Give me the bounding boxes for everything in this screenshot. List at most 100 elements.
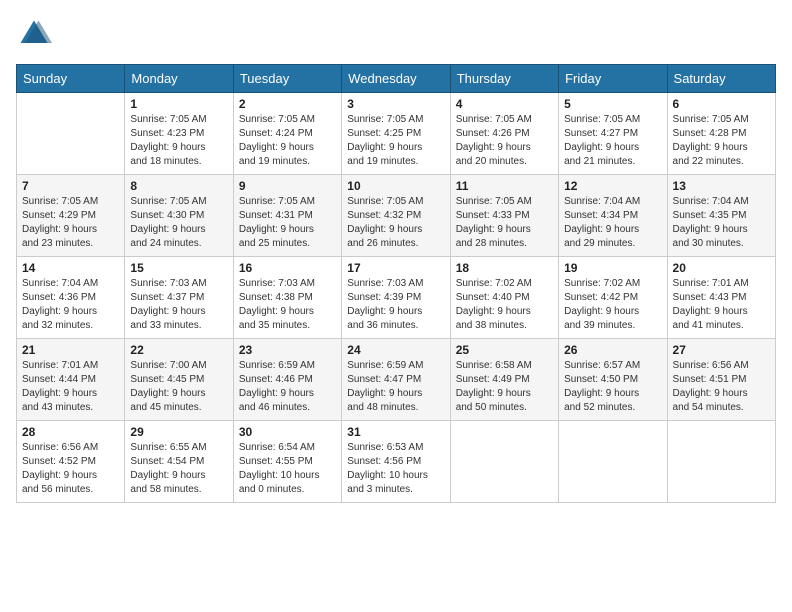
calendar-table: SundayMondayTuesdayWednesdayThursdayFrid… — [16, 64, 776, 503]
cell-content: Sunrise: 7:05 AM Sunset: 4:27 PM Dayligh… — [564, 113, 661, 169]
calendar-cell: 25 Sunrise: 6:58 AM Sunset: 4:49 PM Dayli… — [450, 339, 558, 421]
calendar-cell: 19Sunrise: 7:02 AM Sunset: 4:42 PM Dayli… — [559, 257, 667, 339]
cell-content: Sunrise: 7:04 AM Sunset: 4:34 PM Dayligh… — [564, 195, 661, 251]
cell-content: Sunrise: 7:05 AM Sunset: 4:32 PM Dayligh… — [347, 195, 444, 251]
cell-content: Sunrise: 7:00 AM Sunset: 4:45 PM Dayligh… — [130, 359, 227, 415]
calendar-week-1: 1 Sunrise: 7:05 AM Sunset: 4:23 PM Daylig… — [17, 93, 776, 175]
cell-content: Sunrise: 7:01 AM Sunset: 4:44 PM Dayligh… — [22, 359, 119, 415]
calendar-header: SundayMondayTuesdayWednesdayThursdayFrid… — [17, 65, 776, 93]
day-number: 28 — [22, 425, 119, 439]
day-number: 12 — [564, 179, 661, 193]
calendar-cell: 4 Sunrise: 7:05 AM Sunset: 4:26 PM Daylig… — [450, 93, 558, 175]
calendar-cell: 7 Sunrise: 7:05 AM Sunset: 4:29 PM Daylig… — [17, 175, 125, 257]
day-number: 9 — [239, 179, 336, 193]
calendar-cell: 22 Sunrise: 7:00 AM Sunset: 4:45 PM Dayli… — [125, 339, 233, 421]
cell-content: Sunrise: 7:05 AM Sunset: 4:26 PM Dayligh… — [456, 113, 553, 169]
calendar-cell: 27Sunrise: 6:56 AM Sunset: 4:51 PM Dayli… — [667, 339, 775, 421]
weekday-header-wednesday: Wednesday — [342, 65, 450, 93]
day-number: 3 — [347, 97, 444, 111]
cell-content: Sunrise: 7:01 AM Sunset: 4:43 PM Dayligh… — [673, 277, 770, 333]
day-number: 11 — [456, 179, 553, 193]
cell-content: Sunrise: 7:05 AM Sunset: 4:31 PM Dayligh… — [239, 195, 336, 251]
day-number: 20 — [673, 261, 770, 275]
weekday-header-tuesday: Tuesday — [233, 65, 341, 93]
cell-content: Sunrise: 6:59 AM Sunset: 4:47 PM Dayligh… — [347, 359, 444, 415]
calendar-cell: 31 Sunrise: 6:53 AM Sunset: 4:56 PM Dayli… — [342, 421, 450, 503]
day-number: 6 — [673, 97, 770, 111]
calendar-cell: 18 Sunrise: 7:02 AM Sunset: 4:40 PM Dayli… — [450, 257, 558, 339]
calendar-cell — [17, 93, 125, 175]
calendar-week-3: 14Sunrise: 7:04 AM Sunset: 4:36 PM Dayli… — [17, 257, 776, 339]
calendar-cell: 16Sunrise: 7:03 AM Sunset: 4:38 PM Dayli… — [233, 257, 341, 339]
logo-icon — [16, 16, 52, 52]
cell-content: Sunrise: 6:56 AM Sunset: 4:52 PM Dayligh… — [22, 441, 119, 497]
header-row: SundayMondayTuesdayWednesdayThursdayFrid… — [17, 65, 776, 93]
weekday-header-sunday: Sunday — [17, 65, 125, 93]
weekday-header-saturday: Saturday — [667, 65, 775, 93]
day-number: 1 — [130, 97, 227, 111]
calendar-cell — [667, 421, 775, 503]
day-number: 23 — [239, 343, 336, 357]
day-number: 16 — [239, 261, 336, 275]
calendar-cell: 15 Sunrise: 7:03 AM Sunset: 4:37 PM Dayli… — [125, 257, 233, 339]
cell-content: Sunrise: 6:54 AM Sunset: 4:55 PM Dayligh… — [239, 441, 336, 497]
day-number: 30 — [239, 425, 336, 439]
calendar-body: 1 Sunrise: 7:05 AM Sunset: 4:23 PM Daylig… — [17, 93, 776, 503]
page-header — [16, 16, 776, 52]
calendar-cell: 14Sunrise: 7:04 AM Sunset: 4:36 PM Dayli… — [17, 257, 125, 339]
calendar-week-2: 7 Sunrise: 7:05 AM Sunset: 4:29 PM Daylig… — [17, 175, 776, 257]
calendar-cell: 2 Sunrise: 7:05 AM Sunset: 4:24 PM Daylig… — [233, 93, 341, 175]
day-number: 7 — [22, 179, 119, 193]
day-number: 4 — [456, 97, 553, 111]
weekday-header-monday: Monday — [125, 65, 233, 93]
calendar-cell: 12 Sunrise: 7:04 AM Sunset: 4:34 PM Dayli… — [559, 175, 667, 257]
cell-content: Sunrise: 6:53 AM Sunset: 4:56 PM Dayligh… — [347, 441, 444, 497]
day-number: 13 — [673, 179, 770, 193]
logo — [16, 16, 56, 52]
calendar-cell: 8Sunrise: 7:05 AM Sunset: 4:30 PM Daylig… — [125, 175, 233, 257]
calendar-cell: 1 Sunrise: 7:05 AM Sunset: 4:23 PM Daylig… — [125, 93, 233, 175]
calendar-cell: 21Sunrise: 7:01 AM Sunset: 4:44 PM Dayli… — [17, 339, 125, 421]
calendar-cell: 9 Sunrise: 7:05 AM Sunset: 4:31 PM Daylig… — [233, 175, 341, 257]
cell-content: Sunrise: 7:03 AM Sunset: 4:37 PM Dayligh… — [130, 277, 227, 333]
calendar-cell: 20 Sunrise: 7:01 AM Sunset: 4:43 PM Dayli… — [667, 257, 775, 339]
day-number: 27 — [673, 343, 770, 357]
cell-content: Sunrise: 6:59 AM Sunset: 4:46 PM Dayligh… — [239, 359, 336, 415]
cell-content: Sunrise: 7:05 AM Sunset: 4:28 PM Dayligh… — [673, 113, 770, 169]
cell-content: Sunrise: 6:58 AM Sunset: 4:49 PM Dayligh… — [456, 359, 553, 415]
day-number: 24 — [347, 343, 444, 357]
day-number: 26 — [564, 343, 661, 357]
calendar-cell: 17Sunrise: 7:03 AM Sunset: 4:39 PM Dayli… — [342, 257, 450, 339]
cell-content: Sunrise: 7:04 AM Sunset: 4:36 PM Dayligh… — [22, 277, 119, 333]
cell-content: Sunrise: 7:04 AM Sunset: 4:35 PM Dayligh… — [673, 195, 770, 251]
day-number: 22 — [130, 343, 227, 357]
calendar-cell: 3 Sunrise: 7:05 AM Sunset: 4:25 PM Daylig… — [342, 93, 450, 175]
weekday-header-friday: Friday — [559, 65, 667, 93]
day-number: 29 — [130, 425, 227, 439]
day-number: 25 — [456, 343, 553, 357]
calendar-cell: 24 Sunrise: 6:59 AM Sunset: 4:47 PM Dayli… — [342, 339, 450, 421]
day-number: 18 — [456, 261, 553, 275]
cell-content: Sunrise: 7:05 AM Sunset: 4:25 PM Dayligh… — [347, 113, 444, 169]
calendar-week-4: 21Sunrise: 7:01 AM Sunset: 4:44 PM Dayli… — [17, 339, 776, 421]
cell-content: Sunrise: 6:57 AM Sunset: 4:50 PM Dayligh… — [564, 359, 661, 415]
cell-content: Sunrise: 7:05 AM Sunset: 4:23 PM Dayligh… — [130, 113, 227, 169]
calendar-cell — [559, 421, 667, 503]
day-number: 17 — [347, 261, 444, 275]
cell-content: Sunrise: 7:05 AM Sunset: 4:30 PM Dayligh… — [130, 195, 227, 251]
day-number: 2 — [239, 97, 336, 111]
cell-content: Sunrise: 7:02 AM Sunset: 4:42 PM Dayligh… — [564, 277, 661, 333]
calendar-cell: 6 Sunrise: 7:05 AM Sunset: 4:28 PM Daylig… — [667, 93, 775, 175]
calendar-week-5: 28 Sunrise: 6:56 AM Sunset: 4:52 PM Dayli… — [17, 421, 776, 503]
cell-content: Sunrise: 7:05 AM Sunset: 4:33 PM Dayligh… — [456, 195, 553, 251]
calendar-cell: 13 Sunrise: 7:04 AM Sunset: 4:35 PM Dayli… — [667, 175, 775, 257]
day-number: 15 — [130, 261, 227, 275]
cell-content: Sunrise: 7:02 AM Sunset: 4:40 PM Dayligh… — [456, 277, 553, 333]
calendar-cell: 11 Sunrise: 7:05 AM Sunset: 4:33 PM Dayli… — [450, 175, 558, 257]
calendar-cell — [450, 421, 558, 503]
day-number: 5 — [564, 97, 661, 111]
day-number: 31 — [347, 425, 444, 439]
cell-content: Sunrise: 7:05 AM Sunset: 4:29 PM Dayligh… — [22, 195, 119, 251]
cell-content: Sunrise: 7:05 AM Sunset: 4:24 PM Dayligh… — [239, 113, 336, 169]
calendar-cell: 28 Sunrise: 6:56 AM Sunset: 4:52 PM Dayli… — [17, 421, 125, 503]
